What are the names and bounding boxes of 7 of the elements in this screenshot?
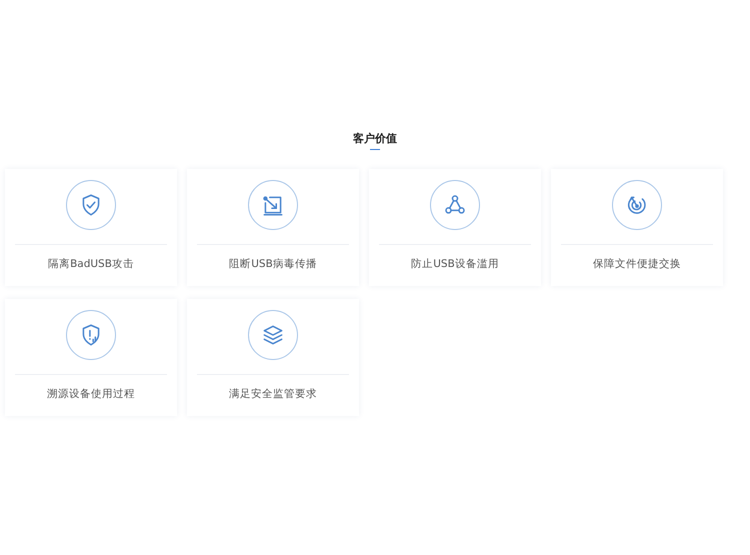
card-label: 保障文件便捷交换 <box>593 257 681 271</box>
card-label: 溯源设备使用过程 <box>47 387 135 401</box>
section-title: 客户价值 <box>353 131 397 149</box>
card-label: 阻断USB病毒传播 <box>229 257 317 271</box>
card-label: 满足安全监管要求 <box>229 387 317 401</box>
card-label: 隔离BadUSB攻击 <box>48 257 134 271</box>
card-label: 防止USB设备滥用 <box>411 257 499 271</box>
